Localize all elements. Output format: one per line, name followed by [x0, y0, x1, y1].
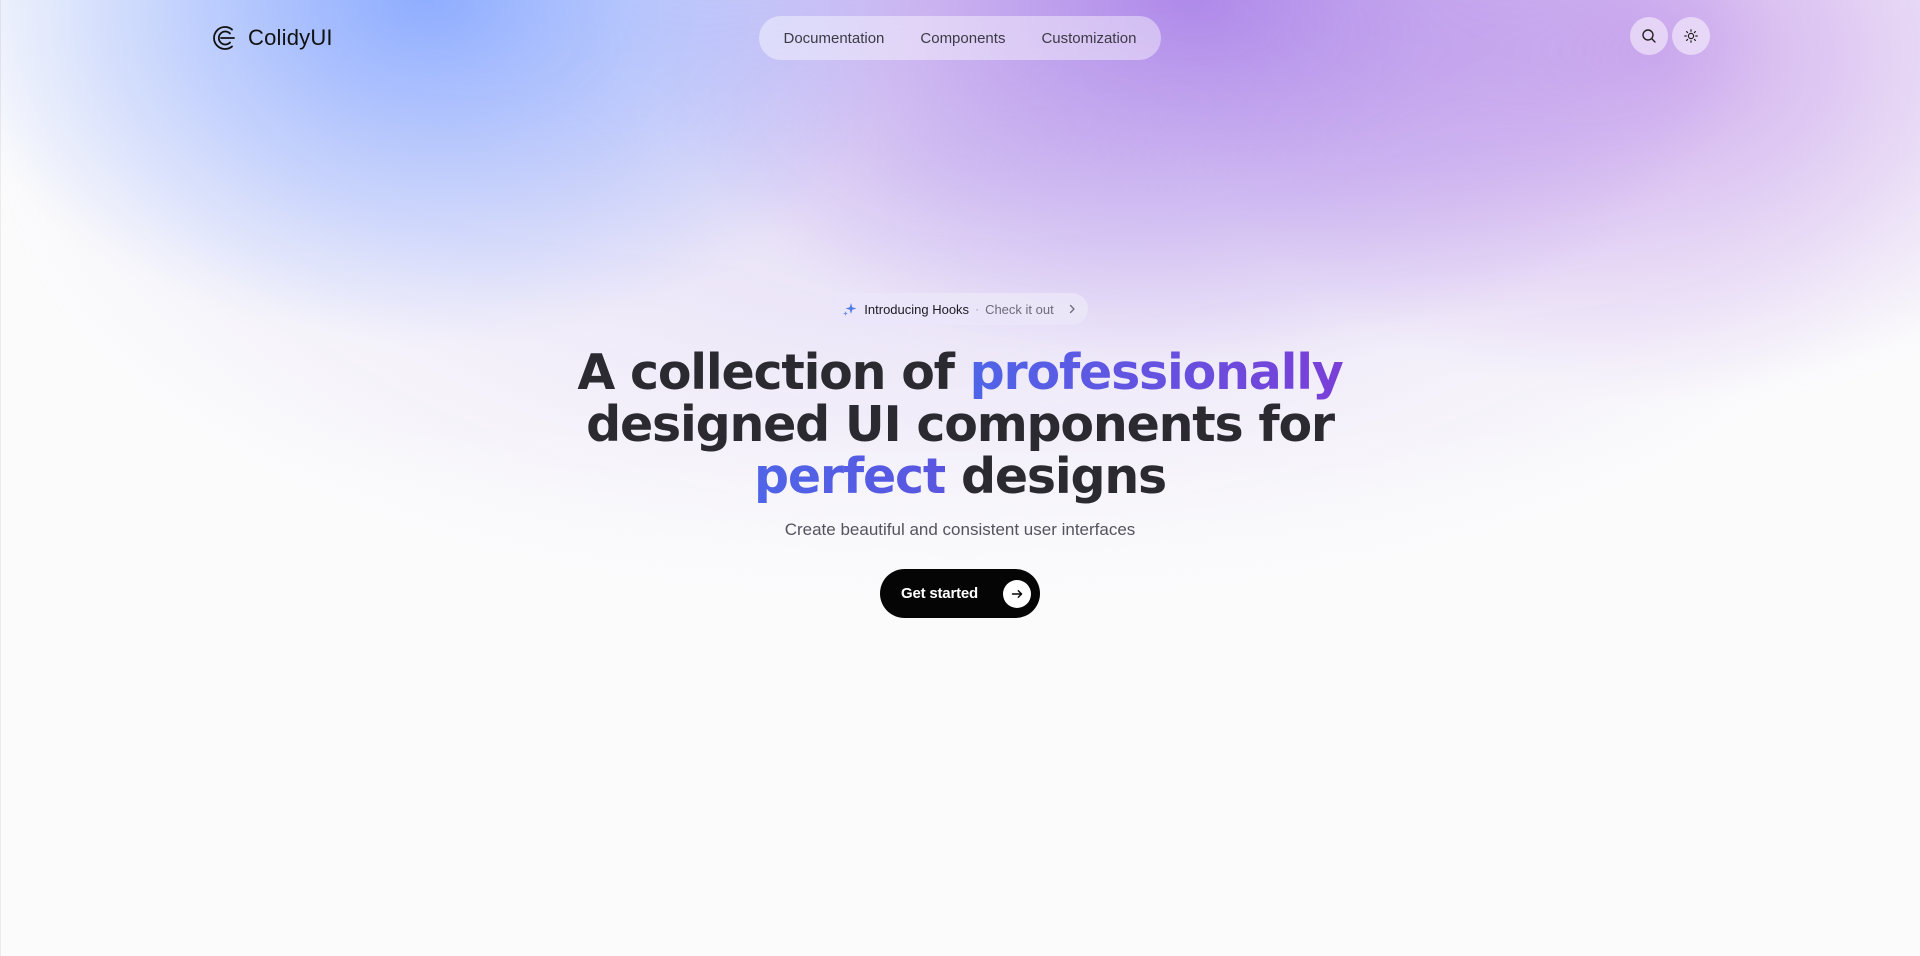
brand-logo-link[interactable]: ColidyUI: [208, 20, 333, 56]
colidy-logo-icon: [213, 26, 235, 50]
chevron-right-icon: [1069, 304, 1075, 314]
headline-line2: designed UI components for: [586, 396, 1335, 453]
hero-headline: A collection of professionally designed U…: [560, 347, 1360, 503]
search-icon: [1642, 29, 1656, 43]
announcement-pill[interactable]: Introducing Hooks · Check it out: [832, 293, 1088, 325]
nav-item-documentation[interactable]: Documentation: [783, 30, 884, 47]
announcement-title: Introducing Hooks: [864, 301, 970, 317]
arrow-right-icon: [1003, 580, 1031, 608]
hero-subtitle: Create beautiful and consistent user int…: [784, 520, 1136, 539]
headline-line1-prefix: A collection of: [577, 344, 955, 401]
theme-toggle-button[interactable]: [1672, 17, 1710, 55]
get-started-label: Get started: [901, 585, 978, 602]
nav-item-components[interactable]: Components: [920, 30, 1005, 47]
announcement-link[interactable]: Check it out: [985, 302, 1054, 317]
headline-accent-professionally: professionally: [969, 344, 1344, 401]
sparkles-icon: [843, 303, 857, 316]
headline-line3-suffix: designs: [960, 448, 1167, 505]
nav-item-customization[interactable]: Customization: [1041, 30, 1136, 47]
left-edge-divider: [0, 0, 1, 956]
search-button[interactable]: [1630, 17, 1668, 55]
sun-icon: [1684, 29, 1698, 43]
get-started-button[interactable]: Get started: [880, 569, 1040, 618]
headline-accent-perfect: perfect: [754, 448, 946, 505]
page: ColidyUI Documentation Components Custom…: [0, 0, 1920, 956]
announcement-separator: ·: [975, 302, 980, 316]
main-nav: Documentation Components Customization: [759, 16, 1161, 60]
brand-name: ColidyUI: [248, 25, 333, 50]
